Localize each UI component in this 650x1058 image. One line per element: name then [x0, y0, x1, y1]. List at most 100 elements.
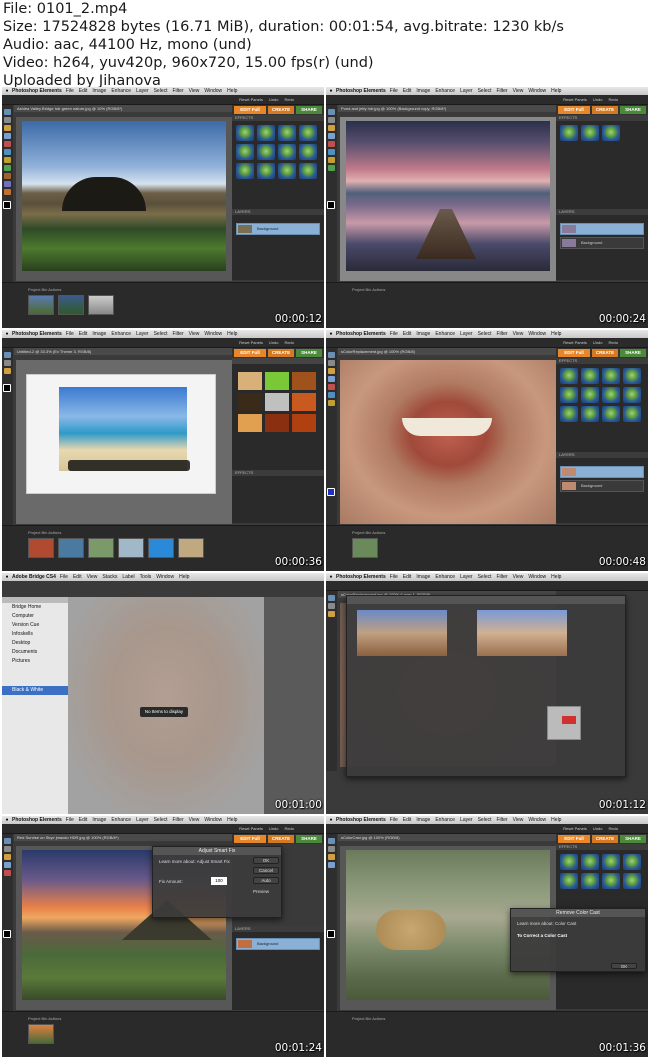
menu-filter[interactable]: Filter: [173, 331, 184, 337]
share-mode-button[interactable]: SHARE: [620, 835, 646, 843]
menu-window[interactable]: Window: [204, 817, 222, 823]
effect-thumb[interactable]: [581, 125, 599, 141]
menu-window[interactable]: Window: [528, 331, 546, 337]
move-tool-icon[interactable]: [328, 595, 335, 601]
layer-row-1[interactable]: [560, 466, 644, 478]
menu-filter[interactable]: Filter: [497, 331, 508, 337]
crop-tool-icon[interactable]: [328, 400, 335, 406]
fix-amount-input[interactable]: 100: [211, 877, 227, 885]
menu-filter[interactable]: Filter: [497, 88, 508, 94]
layer-row-background[interactable]: Background: [560, 237, 644, 249]
menu-select[interactable]: Select: [154, 331, 168, 337]
bin-thumb[interactable]: [88, 538, 114, 558]
undo-button[interactable]: Undo: [593, 826, 603, 831]
shape-tool-icon[interactable]: [4, 165, 11, 171]
menu-view[interactable]: View: [513, 331, 524, 337]
redo-button[interactable]: Redo: [608, 340, 618, 345]
undo-button[interactable]: Undo: [269, 97, 279, 102]
menu-enhance[interactable]: Enhance: [435, 88, 455, 94]
zoom-tool-icon[interactable]: [4, 846, 11, 852]
marquee-tool-icon[interactable]: [328, 368, 335, 374]
effect-thumb[interactable]: [236, 163, 254, 179]
eraser-tool-icon[interactable]: [328, 149, 335, 155]
menu-layer[interactable]: Layer: [136, 88, 149, 94]
undo-button[interactable]: Undo: [593, 340, 603, 345]
layer-row-background[interactable]: Background: [560, 480, 644, 492]
learn-more-link[interactable]: Learn more about: Color Cast: [517, 921, 576, 926]
layer-row-background-copy[interactable]: [560, 223, 644, 235]
eraser-tool-icon[interactable]: [328, 392, 335, 398]
marquee-tool-icon[interactable]: [4, 368, 11, 374]
bin-thumb[interactable]: [352, 538, 378, 558]
document-tab[interactable]: Pond and jetty hdr.jpg @ 100% (Backgroun…: [338, 105, 556, 112]
bg-thumb[interactable]: [238, 414, 262, 432]
menu-layer[interactable]: Layer: [460, 817, 473, 823]
brush-tool-icon[interactable]: [4, 141, 11, 147]
move-tool-icon[interactable]: [4, 838, 11, 844]
favorite-desktop[interactable]: Desktop: [2, 639, 68, 648]
menu-select[interactable]: Select: [154, 88, 168, 94]
bg-thumb[interactable]: [292, 393, 316, 411]
move-tool-icon[interactable]: [328, 352, 335, 358]
color-curves-dialog[interactable]: [346, 595, 626, 777]
menu-image[interactable]: Image: [92, 88, 106, 94]
bg-thumb[interactable]: [238, 393, 262, 411]
bg-thumb[interactable]: [265, 372, 289, 390]
menu-layer[interactable]: Layer: [460, 574, 473, 580]
clone-tool-icon[interactable]: [4, 189, 11, 195]
menu-image[interactable]: Image: [416, 88, 430, 94]
menu-window[interactable]: Window: [528, 88, 546, 94]
document-tab[interactable]: Ashlea Valley Bridge hdr green nature.jp…: [14, 105, 232, 112]
bg-thumb[interactable]: [265, 393, 289, 411]
menu-layer[interactable]: Layer: [136, 331, 149, 337]
frame-4[interactable]: ● Photoshop Elements File Edit Image Enhance L…: [326, 330, 648, 571]
menu-enhance[interactable]: Enhance: [435, 331, 455, 337]
menu-edit[interactable]: Edit: [403, 88, 412, 94]
marquee-tool-icon[interactable]: [4, 854, 11, 860]
redo-button[interactable]: Redo: [284, 826, 294, 831]
redo-button[interactable]: Redo: [608, 97, 618, 102]
adjust-smart-fix-dialog[interactable]: Adjust Smart Fix Learn more about: Adjus…: [152, 846, 282, 918]
frame-6[interactable]: ● Photoshop Elements File Edit Image Enhance L…: [326, 573, 648, 814]
menu-image[interactable]: Image: [92, 331, 106, 337]
menu-file[interactable]: File: [66, 331, 74, 337]
menu-select[interactable]: Select: [478, 331, 492, 337]
document-tab[interactable]: Untitled-2 @ 33.3% (Ex Theme 3, RGB/8): [14, 348, 232, 355]
collection-black-white[interactable]: Black & White: [2, 686, 68, 695]
menu-help[interactable]: Help: [227, 817, 237, 823]
menu-window[interactable]: Window: [528, 574, 546, 580]
effect-thumb[interactable]: [623, 387, 641, 403]
reset-panels-button[interactable]: Reset Panels: [239, 826, 263, 831]
bin-thumb[interactable]: [88, 295, 114, 315]
edit-mode-button[interactable]: EDIT Full: [234, 349, 266, 357]
menu-file[interactable]: File: [390, 88, 398, 94]
create-mode-button[interactable]: CREATE: [268, 106, 294, 114]
move-tool-icon[interactable]: [4, 109, 11, 115]
text-tool-icon[interactable]: [4, 173, 11, 179]
effect-thumb[interactable]: [581, 854, 599, 870]
reset-panels-button[interactable]: Reset Panels: [563, 97, 587, 102]
effect-thumb[interactable]: [560, 854, 578, 870]
gradient-tool-icon[interactable]: [4, 181, 11, 187]
menu-help[interactable]: Help: [551, 331, 561, 337]
effect-thumb[interactable]: [560, 873, 578, 889]
effect-thumb[interactable]: [581, 387, 599, 403]
menu-layer[interactable]: Layer: [136, 817, 149, 823]
undo-button[interactable]: Undo: [593, 97, 603, 102]
menu-image[interactable]: Image: [416, 817, 430, 823]
menu-file[interactable]: File: [66, 88, 74, 94]
edit-mode-button[interactable]: EDIT Full: [558, 349, 590, 357]
edit-mode-button[interactable]: EDIT Full: [558, 835, 590, 843]
bin-thumb[interactable]: [28, 538, 54, 558]
effect-thumb[interactable]: [602, 406, 620, 422]
menu-stacks[interactable]: Stacks: [102, 574, 117, 580]
menu-edit[interactable]: Edit: [73, 574, 82, 580]
effect-thumb[interactable]: [623, 873, 641, 889]
menu-view[interactable]: View: [513, 817, 524, 823]
menu-window[interactable]: Window: [204, 331, 222, 337]
brush-tool-icon[interactable]: [328, 384, 335, 390]
effect-thumb[interactable]: [560, 368, 578, 384]
zoom-tool-icon[interactable]: [328, 846, 335, 852]
cancel-button[interactable]: Cancel: [253, 867, 279, 874]
edit-mode-button[interactable]: EDIT Full: [558, 106, 590, 114]
